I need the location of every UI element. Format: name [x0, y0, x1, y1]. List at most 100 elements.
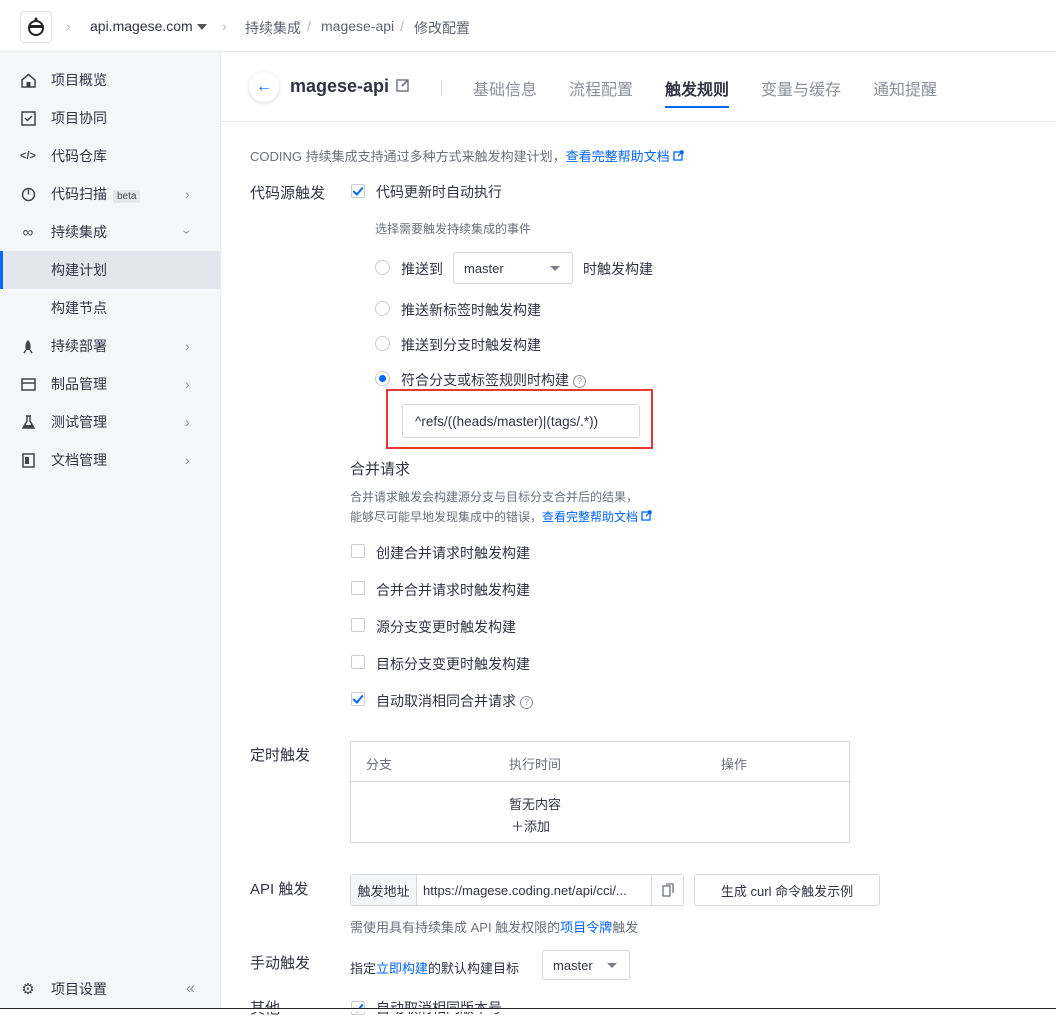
- collapse-icon[interactable]: «: [186, 980, 195, 998]
- project-token-link[interactable]: 项目令牌: [560, 920, 612, 935]
- back-arrow-icon[interactable]: ←: [249, 72, 279, 102]
- col-actions: 操作: [721, 757, 748, 772]
- code-icon: </>: [20, 150, 36, 162]
- external-link-icon[interactable]: [673, 149, 684, 164]
- tab-notifications[interactable]: 通知提醒: [873, 76, 937, 100]
- home-icon: [20, 72, 36, 88]
- rocket-icon: [20, 338, 36, 354]
- push-to-radio[interactable]: [375, 260, 390, 275]
- api-addr-label: 触发地址: [351, 875, 417, 905]
- mr-autocancel-label: 自动取消相同合并请求?: [376, 691, 533, 711]
- push-branch-select[interactable]: master: [453, 252, 573, 284]
- merge-desc-1: 合并请求触发会构建源分支与目标分支合并后的结果，: [350, 490, 639, 504]
- mr-target-checkbox[interactable]: [351, 655, 365, 669]
- sidebar-item-settings[interactable]: ⚙ 项目设置 «: [0, 970, 220, 1008]
- sidebar-item-scan[interactable]: 代码扫描 beta ›: [0, 175, 220, 213]
- chevron-right-icon: ›: [185, 338, 190, 354]
- sidebar-item-testing[interactable]: 测试管理 ›: [0, 403, 220, 441]
- sidebar-item-label: 代码扫描: [51, 186, 107, 202]
- sidebar-item-collab[interactable]: 项目协同: [0, 99, 220, 137]
- project-title: magese-api: [290, 76, 390, 96]
- breadcrumb-ci[interactable]: 持续集成: [245, 18, 301, 38]
- tab-variables[interactable]: 变量与缓存: [761, 76, 841, 100]
- chevron-down-icon[interactable]: [197, 24, 207, 30]
- document-icon: [20, 452, 36, 468]
- table-header: 分支 执行时间 操作: [351, 742, 849, 782]
- beta-badge: beta: [113, 190, 141, 203]
- tab-workflow[interactable]: 流程配置: [569, 76, 633, 100]
- chevron-down-icon: [607, 963, 617, 968]
- sidebar-item-build-node[interactable]: 构建节点: [0, 289, 220, 327]
- sidebar-item-artifacts[interactable]: 制品管理 ›: [0, 365, 220, 403]
- top-bar: › api.magese.com › 持续集成 / magese-api / 修…: [0, 0, 1056, 52]
- chevron-down-icon: [550, 266, 560, 271]
- copy-icon[interactable]: [651, 875, 683, 905]
- help-icon[interactable]: ?: [573, 374, 586, 388]
- plus-icon: ＋: [511, 819, 525, 834]
- mr-merge-label: 合并合并请求时触发构建: [376, 582, 530, 598]
- mr-source-label: 源分支变更时触发构建: [376, 619, 516, 635]
- auto-exec-checkbox[interactable]: [351, 184, 365, 198]
- sidebar: 项目概览 项目协同 </> 代码仓库 代码扫描 beta › ∞ 持续集成 › 构…: [0, 52, 221, 1012]
- merge-request-title: 合并请求: [350, 461, 411, 478]
- sub-header: ← magese-api 基础信息 流程配置 触发规则 变量与缓存 通知提醒: [221, 52, 1056, 122]
- mr-create-label: 创建合并请求时触发构建: [376, 545, 530, 561]
- schedule-table: 分支 执行时间 操作 暂无内容 ＋添加: [350, 741, 850, 843]
- sidebar-item-repo[interactable]: </> 代码仓库: [0, 137, 220, 175]
- push-branch-radio[interactable]: [375, 336, 390, 351]
- push-suffix-label: 时触发构建: [583, 261, 653, 277]
- mr-merge-checkbox[interactable]: [351, 581, 365, 595]
- breadcrumb-project[interactable]: magese-api: [321, 18, 394, 34]
- mr-create-checkbox[interactable]: [351, 544, 365, 558]
- merge-help-link[interactable]: 查看完整帮助文档: [542, 510, 638, 524]
- infinity-icon: ∞: [22, 223, 34, 241]
- chevron-right-icon: ›: [185, 452, 190, 468]
- breadcrumb-separator: /: [400, 18, 404, 34]
- breadcrumb-separator: ›: [222, 18, 227, 34]
- breadcrumb-separator: ›: [66, 18, 71, 34]
- chevron-right-icon: ›: [185, 376, 190, 392]
- window-bottom-edge: [0, 1008, 1056, 1012]
- new-tag-radio[interactable]: [375, 301, 390, 316]
- rule-input[interactable]: ^refs/((heads/master)|(tags/.*)): [402, 404, 640, 438]
- breadcrumb-separator: /: [307, 18, 311, 34]
- breadcrumb-current: 修改配置: [414, 20, 470, 36]
- api-url-field: 触发地址 https://magese.coding.net/api/cci/.…: [350, 874, 684, 906]
- code-trigger-label: 代码源触发: [250, 185, 326, 202]
- sidebar-item-build-plan[interactable]: 构建计划: [0, 251, 220, 289]
- box-icon: [20, 376, 36, 392]
- help-icon[interactable]: ?: [520, 695, 533, 709]
- tab-triggers[interactable]: 触发规则: [665, 76, 729, 100]
- mr-source-checkbox[interactable]: [351, 618, 365, 632]
- domain-switcher[interactable]: api.magese.com: [90, 18, 193, 34]
- default-branch-select[interactable]: master: [542, 950, 630, 980]
- sidebar-item-docs[interactable]: 文档管理 ›: [0, 441, 220, 479]
- mr-autocancel-checkbox[interactable]: [351, 692, 365, 706]
- push-branch-label: 推送到分支时触发构建: [401, 337, 541, 353]
- build-now-link[interactable]: 立即构建: [376, 961, 428, 976]
- col-exec-time: 执行时间: [509, 757, 562, 772]
- push-to-label: 推送到: [401, 261, 443, 277]
- match-rule-label: 符合分支或标签规则时构建?: [401, 370, 586, 390]
- mr-target-label: 目标分支变更时触发构建: [376, 656, 530, 672]
- api-url-value[interactable]: https://magese.coding.net/api/cci/...: [417, 875, 651, 905]
- active-tab-indicator: [665, 106, 729, 108]
- sidebar-item-ci[interactable]: ∞ 持续集成 ›: [0, 213, 220, 251]
- manual-text: 指定立即构建的默认构建目标: [350, 961, 520, 976]
- coding-logo-icon[interactable]: [20, 11, 52, 43]
- chevron-right-icon: ›: [185, 414, 190, 430]
- edit-icon[interactable]: [396, 78, 410, 95]
- new-tag-label: 推送新标签时触发构建: [401, 302, 541, 318]
- external-link-icon: [641, 510, 653, 521]
- sidebar-item-cd[interactable]: 持续部署 ›: [0, 327, 220, 365]
- main-content: ← magese-api 基础信息 流程配置 触发规则 变量与缓存 通知提醒 C…: [221, 52, 1056, 1017]
- add-schedule-button[interactable]: ＋添加: [511, 816, 550, 835]
- sidebar-item-overview[interactable]: 项目概览: [0, 61, 220, 99]
- match-rule-radio[interactable]: [375, 371, 390, 386]
- help-doc-link[interactable]: 查看完整帮助文档: [566, 149, 670, 164]
- checklist-icon: [20, 110, 36, 126]
- tab-basic-info[interactable]: 基础信息: [473, 76, 537, 100]
- schedule-label: 定时触发: [250, 747, 311, 764]
- generate-curl-button[interactable]: 生成 curl 命令触发示例: [694, 874, 880, 906]
- auto-exec-label: 代码更新时自动执行: [376, 184, 502, 200]
